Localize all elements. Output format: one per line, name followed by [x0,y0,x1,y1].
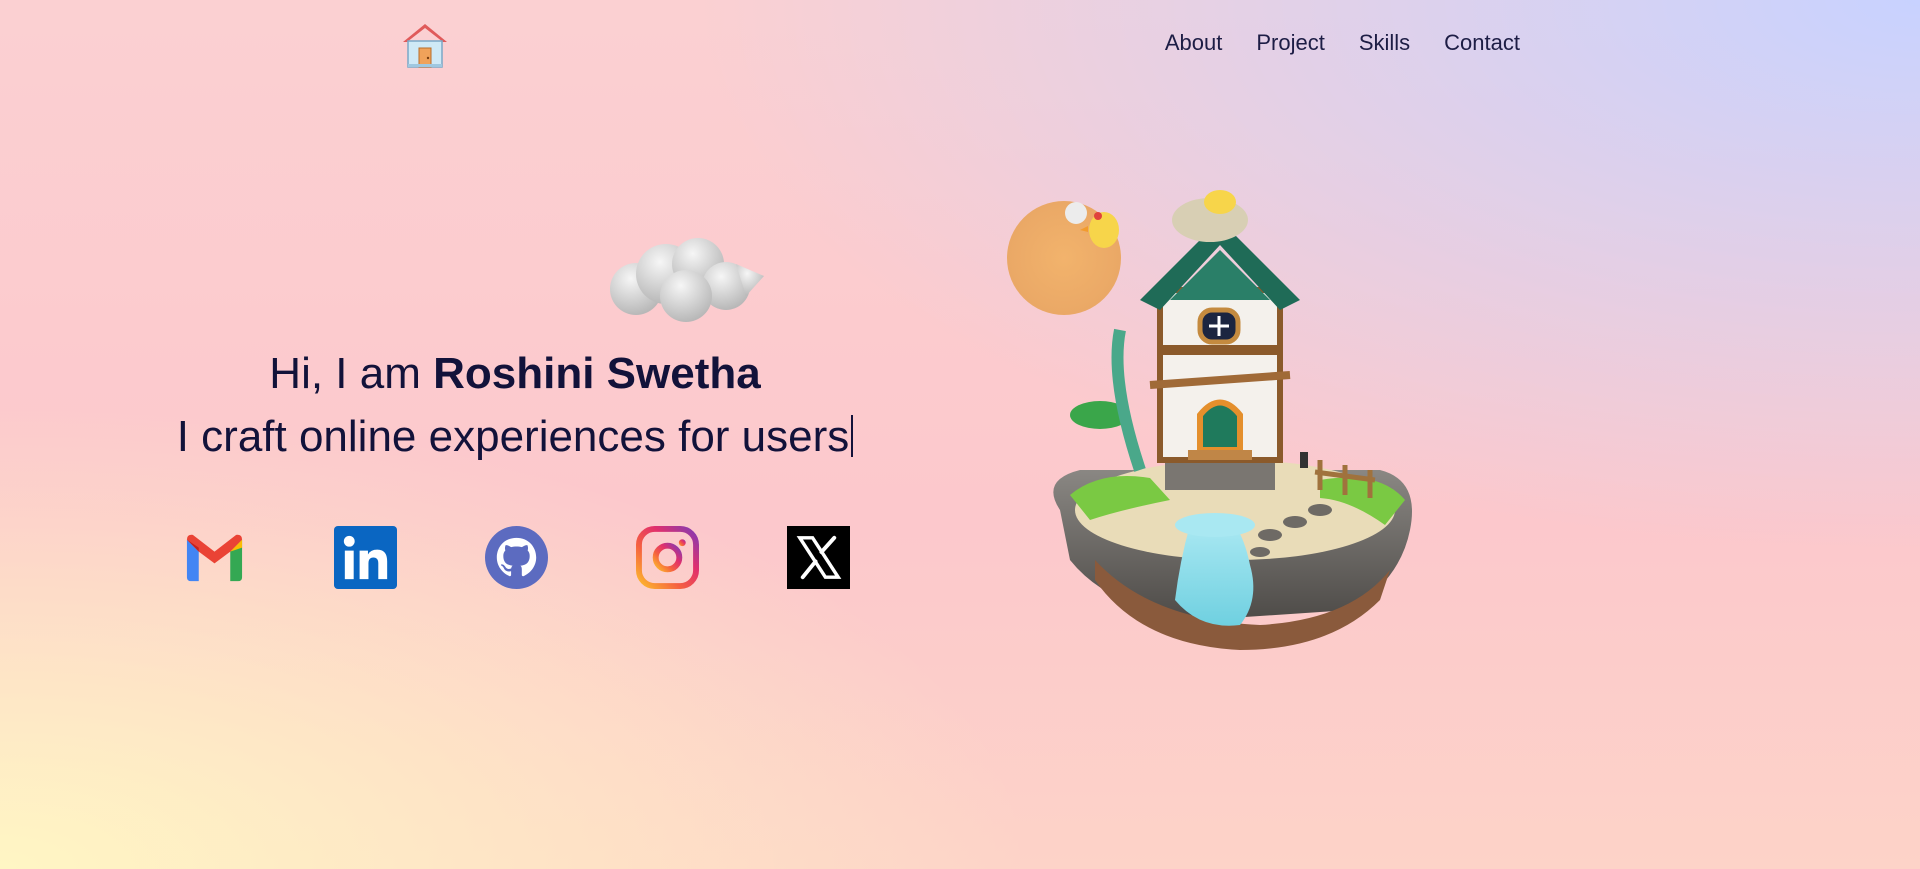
nav-about[interactable]: About [1165,30,1223,56]
hero: Hi, I am Roshini Swetha I craft online e… [140,345,890,467]
greeting: Hi, I am Roshini Swetha [140,345,890,403]
main-nav: About Project Skills Contact [1165,30,1520,56]
x-icon[interactable] [787,526,850,589]
social-links [183,526,850,589]
door [1197,399,1243,453]
tagline-text: I craft online experiences for users [176,412,850,461]
instagram-icon[interactable] [636,526,699,589]
nav-skills[interactable]: Skills [1359,30,1410,56]
greeting-prefix: Hi, I am [269,349,434,398]
house-icon[interactable] [400,20,450,70]
nav-contact[interactable]: Contact [1444,30,1520,56]
floating-island-house-illustration [1007,190,1412,650]
waterfall [1175,525,1254,626]
cloud-icon [610,238,764,322]
typing-caret [851,415,854,457]
linkedin-icon[interactable] [334,526,397,589]
github-icon[interactable] [485,526,548,589]
tagline: I craft online experiences for users [140,407,890,467]
gmail-icon[interactable] [183,526,246,589]
owner-name: Roshini Swetha [433,349,761,398]
nav-project[interactable]: Project [1256,30,1324,56]
